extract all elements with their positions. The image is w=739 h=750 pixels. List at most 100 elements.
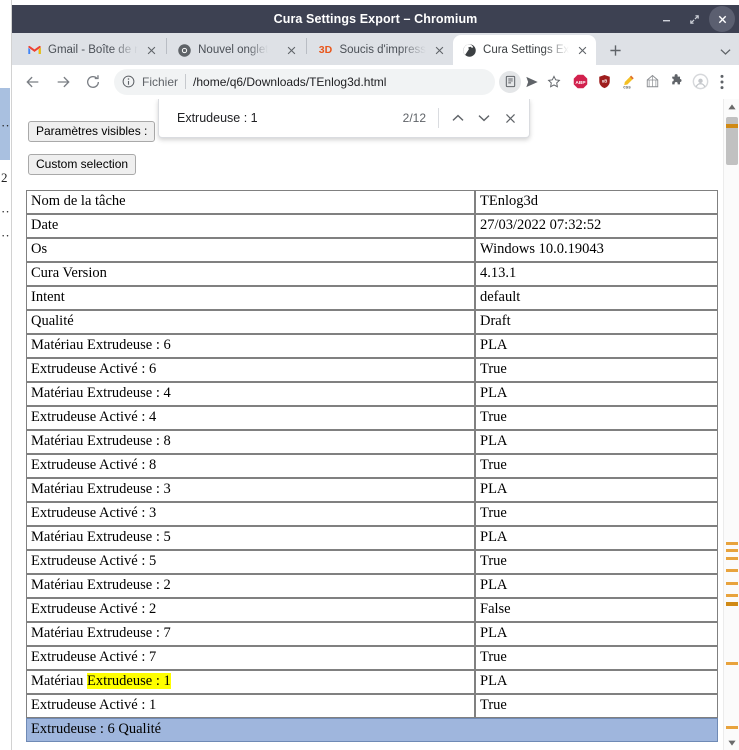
close-icon	[718, 15, 726, 23]
setting-value-cell: Windows 10.0.19043	[475, 238, 718, 262]
table-row: Qualité Draft	[26, 310, 718, 334]
browser-menu-button[interactable]	[711, 71, 733, 93]
gmail-icon	[28, 45, 41, 54]
table-row: Matériau Extrudeuse : 6 PLA	[26, 334, 718, 358]
setting-value-cell: PLA	[475, 574, 718, 598]
wireframe-icon[interactable]	[641, 71, 663, 93]
find-match-tick	[726, 582, 738, 585]
maximize-button[interactable]	[681, 6, 707, 32]
url-text: /home/q6/Downloads/TEnlog3d.html	[193, 74, 387, 89]
svg-text:uB: uB	[601, 79, 607, 84]
selected-table-row[interactable]: Extrudeuse : 6 Qualité	[26, 718, 718, 742]
setting-value-cell: default	[475, 286, 718, 310]
scroll-down-arrow-icon[interactable]	[724, 735, 739, 750]
reload-icon	[87, 74, 99, 88]
tab-close-icon[interactable]	[144, 43, 159, 58]
find-match-tick	[726, 557, 738, 560]
window-title: Cura Settings Export – Chromium	[273, 12, 478, 26]
tab-close-icon[interactable]	[284, 43, 299, 58]
tab-soucis-impression[interactable]: 3D Soucis d'impress	[308, 35, 453, 65]
scroll-up-arrow-icon[interactable]	[724, 99, 739, 114]
setting-value-cell: PLA	[475, 334, 718, 358]
visible-parameters-button[interactable]: Paramètres visibles :	[28, 121, 156, 142]
find-bar[interactable]: Extrudeuse : 1 2/12	[158, 99, 530, 138]
find-match-tick	[726, 124, 738, 128]
setting-key-cell: Extrudeuse Activé : 3	[26, 502, 475, 526]
setting-value-cell: True	[475, 694, 718, 718]
desktop-background: ·· 2 ·· ·· Cura Settings Export – Chromi…	[0, 0, 739, 750]
info-icon[interactable]	[122, 75, 135, 88]
custom-selection-button[interactable]: Custom selection	[28, 154, 137, 175]
setting-key-cell: Matériau Extrudeuse : 4	[26, 382, 475, 406]
new-tab-button[interactable]	[601, 36, 629, 64]
find-divider	[438, 108, 439, 128]
chevron-down-icon	[478, 115, 490, 122]
back-button[interactable]	[20, 69, 46, 95]
globe-icon	[463, 43, 476, 57]
reload-button[interactable]	[80, 69, 106, 95]
ublock-icon[interactable]: uB	[593, 71, 615, 93]
css-pencil-icon[interactable]: css	[617, 71, 639, 93]
chevron-up-icon	[452, 114, 464, 121]
table-row: Matériau Extrudeuse : 3 PLA	[26, 478, 718, 502]
setting-key-cell: Qualité	[26, 310, 475, 334]
find-match-tick	[726, 662, 738, 665]
minimize-button[interactable]	[653, 6, 679, 32]
setting-value-cell: False	[475, 598, 718, 622]
table-row: Os Windows 10.0.19043	[26, 238, 718, 262]
custom-selection-row: Custom selection	[28, 154, 719, 175]
find-query-input[interactable]: Extrudeuse : 1	[177, 111, 403, 125]
find-next-button[interactable]	[471, 105, 497, 131]
find-previous-button[interactable]	[445, 105, 471, 131]
reading-mode-button[interactable]	[499, 70, 521, 93]
browser-toolbar: Fichier /home/q6/Downloads/TEnlog3d.html	[12, 65, 739, 99]
arrow-left-icon	[26, 76, 39, 87]
table-row: Extrudeuse Activé : 3 True	[26, 502, 718, 526]
setting-value-cell: PLA	[475, 526, 718, 550]
tab-new-tab[interactable]: Nouvel onglet	[168, 35, 305, 65]
forward-button[interactable]	[50, 69, 76, 95]
find-match-tick	[726, 726, 738, 729]
bookmark-button[interactable]	[543, 71, 565, 93]
tab-search-button[interactable]	[720, 47, 731, 59]
setting-value-cell: True	[475, 454, 718, 478]
page-scrollbar[interactable]	[723, 99, 739, 750]
maximize-icon	[689, 14, 699, 24]
page-viewport: Paramètres visibles : Custom selection N…	[12, 99, 739, 750]
setting-value-cell: True	[475, 502, 718, 526]
setting-key-cell: Extrudeuse Activé : 8	[26, 454, 475, 478]
close-icon	[505, 113, 515, 123]
close-window-button[interactable]	[709, 6, 735, 32]
puzzle-icon[interactable]	[665, 71, 687, 93]
tab-close-icon[interactable]	[432, 43, 447, 58]
tab-label: Gmail - Boîte de r	[48, 44, 139, 56]
table-row: Matériau Extrudeuse : 2 PLA	[26, 574, 718, 598]
setting-value-cell: PLA	[475, 478, 718, 502]
find-match-tick	[726, 569, 738, 572]
find-match-tick-current	[726, 602, 738, 606]
address-bar[interactable]: Fichier /home/q6/Downloads/TEnlog3d.html	[114, 68, 495, 95]
setting-value-cell: True	[475, 646, 718, 670]
setting-value-cell: True	[475, 406, 718, 430]
table-row: Matériau Extrudeuse : 1 PLA	[26, 670, 718, 694]
setting-key-cell: Extrudeuse Activé : 2	[26, 598, 475, 622]
tab-close-icon[interactable]	[575, 43, 590, 58]
3d-icon: 3D	[318, 44, 333, 56]
window-titlebar: Cura Settings Export – Chromium	[12, 5, 739, 33]
table-row: Extrudeuse Activé : 8 True	[26, 454, 718, 478]
table-row: Extrudeuse Activé : 6 True	[26, 358, 718, 382]
table-row: Extrudeuse Activé : 5 True	[26, 550, 718, 574]
abp-icon[interactable]: ABP	[569, 71, 591, 93]
setting-key-cell: Matériau Extrudeuse : 5	[26, 526, 475, 550]
plus-icon	[610, 44, 621, 56]
setting-key-cell: Matériau Extrudeuse : 8	[26, 430, 475, 454]
setting-key-cell: Matériau Extrudeuse : 3	[26, 478, 475, 502]
tab-gmail[interactable]: Gmail - Boîte de r	[18, 35, 165, 65]
kebab-menu-icon	[720, 74, 724, 89]
find-close-button[interactable]	[497, 105, 523, 131]
tab-cura-settings-export[interactable]: Cura Settings Ex	[453, 35, 597, 65]
profile-avatar-icon[interactable]	[689, 71, 711, 93]
find-match-tick	[726, 594, 738, 597]
table-row: Cura Version 4.13.1	[26, 262, 718, 286]
share-button[interactable]	[521, 71, 543, 93]
